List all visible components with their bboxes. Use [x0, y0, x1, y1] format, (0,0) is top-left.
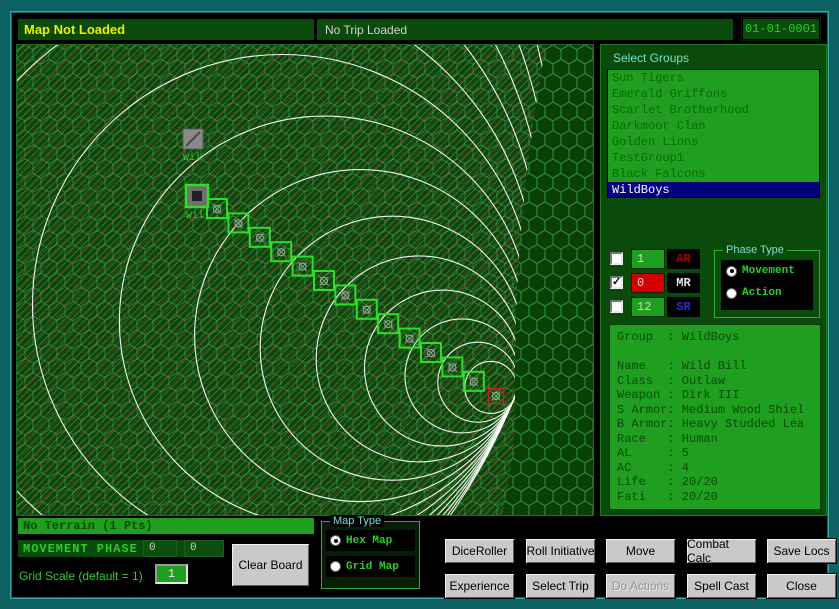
radio-icon — [726, 288, 737, 299]
radio-label: Action — [742, 287, 782, 299]
phase-counter-1: 0 — [143, 540, 177, 557]
map-type-group: Map Type Hex Map Grid Map — [321, 521, 420, 589]
modifier-value-field[interactable]: 12 — [631, 297, 665, 317]
map-type-option-hex[interactable]: Hex Map — [326, 530, 415, 551]
select-trip-button[interactable]: Select Trip — [525, 573, 596, 599]
phase-type-options: Movement Action — [721, 260, 813, 310]
window-body: Map Not Loaded No Trip Loaded 01-01-0001… — [12, 13, 827, 597]
group-list-item[interactable]: TestGroup1 — [608, 150, 819, 166]
trip-status-bar: No Trip Loaded — [317, 19, 733, 40]
phase-type-label: Phase Type — [723, 244, 787, 256]
grid-scale-input[interactable]: 1 — [155, 564, 188, 584]
unit-marker-label: Wil — [186, 210, 204, 222]
right-panel: Select Groups Sun TigersEmerald Griffons… — [600, 44, 827, 516]
clear-board-button[interactable]: Clear Board — [231, 543, 310, 587]
save-locs-button[interactable]: Save Locs — [766, 538, 837, 564]
group-list-item[interactable]: Black Falcons — [608, 166, 819, 182]
application-window: { "window": { "map_status": "Map Not Loa… — [0, 0, 839, 609]
group-info-panel: Group : WildBoys Name : Wild Bill Class … — [609, 324, 821, 510]
radio-label: Hex Map — [346, 535, 392, 547]
game-date: 01-01-0001 — [742, 18, 820, 40]
grid-scale-label: Grid Scale (default = 1) — [19, 569, 143, 583]
map-type-option-grid[interactable]: Grid Map — [326, 556, 415, 577]
phase-option-action[interactable]: Action — [721, 282, 813, 304]
modifier-label: SR — [667, 297, 700, 317]
unit-marker-label: Wil — [183, 152, 201, 164]
roll-initiative-button[interactable]: Roll Initiative — [525, 538, 596, 564]
radio-label: Grid Map — [346, 561, 399, 573]
experience-button[interactable]: Experience — [444, 573, 515, 599]
group-list-item[interactable]: Sun Tigers — [608, 70, 819, 86]
spell-cast-button[interactable]: Spell Cast — [686, 573, 757, 599]
modifier-label: MR — [667, 273, 700, 293]
select-groups-label: Select Groups — [613, 51, 689, 65]
radio-label: Movement — [742, 265, 795, 277]
map-status-bar: Map Not Loaded — [18, 19, 314, 40]
modifier-label: AR — [667, 249, 700, 269]
group-list-item[interactable]: Darkmoor Clan — [608, 118, 819, 134]
modifier-value-field[interactable]: 0 — [631, 273, 665, 293]
map-type-label: Map Type — [330, 515, 384, 527]
group-list-item[interactable]: WildBoys — [608, 182, 819, 198]
radio-icon — [330, 561, 341, 572]
close-button[interactable]: Close — [766, 573, 837, 599]
groups-listbox[interactable]: Sun TigersEmerald GriffonsScarlet Brothe… — [607, 69, 820, 198]
phase-type-group: Phase Type MovementAction — [714, 250, 820, 318]
group-list-item[interactable]: Scarlet Brotherhood — [608, 102, 819, 118]
phase-option-movement[interactable]: Movement — [721, 260, 813, 282]
group-info-text: Group : WildBoys Name : Wild Bill Class … — [610, 325, 820, 509]
modifier-value-field[interactable]: 1 — [631, 249, 665, 269]
map-drawing: Wil Wil — [17, 45, 593, 515]
modifier-checkbox[interactable]: ✓ — [610, 276, 623, 289]
phase-counter-2: 0 — [184, 540, 224, 557]
move-button[interactable]: Move — [605, 538, 676, 564]
terrain-status-bar: No Terrain (1 Pts) — [18, 518, 314, 534]
radio-icon — [726, 266, 737, 277]
diceroller-button[interactable]: DiceRoller — [444, 538, 515, 564]
group-list-item[interactable]: Golden Lions — [608, 134, 819, 150]
modifier-checkbox[interactable] — [610, 300, 623, 313]
modifier-checkbox[interactable] — [610, 252, 623, 265]
combat-calc-button[interactable]: Combat Calc — [686, 538, 757, 564]
map-canvas[interactable]: Wil Wil — [16, 44, 594, 516]
do-actions-button: Do Actions — [605, 573, 676, 599]
group-list-item[interactable]: Emerald Griffons — [608, 86, 819, 102]
action-buttons-panel: DiceRoller Roll Initiative Move Combat Calc… — [425, 518, 827, 597]
radio-icon — [330, 535, 341, 546]
